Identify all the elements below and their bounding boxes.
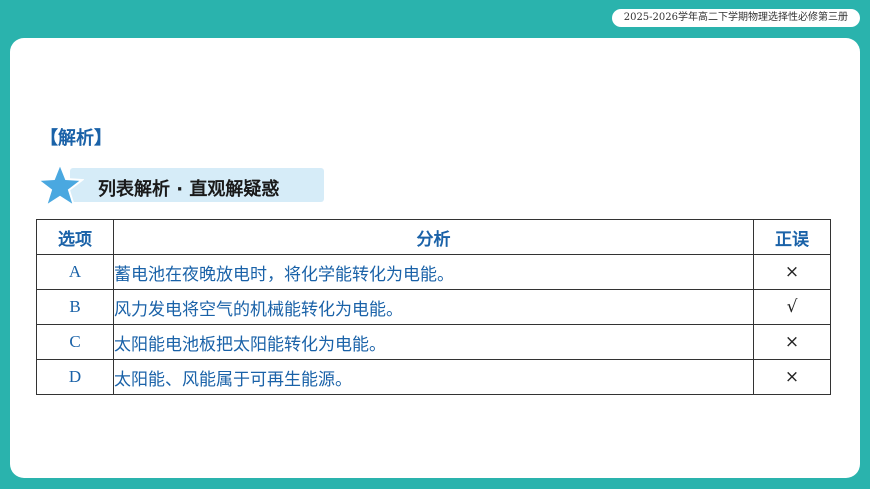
option-cell: C [36,324,114,360]
analysis-table: 选项 分析 正误 A 蓄电池在夜晚放电时，将化学能转化为电能。 × B 风力发电… [36,219,831,395]
section-label: 【解析】 [40,128,112,149]
header-analysis: 分析 [113,219,754,255]
table-row: D 太阳能、风能属于可再生能源。 × [36,359,831,395]
star-icon [36,162,84,208]
verdict-cell: × [753,254,831,290]
analysis-cell: 太阳能、风能属于可再生能源。 [113,359,754,395]
course-title-tag: 2025-2026学年高二下学期物理选择性必修第三册 [611,9,860,27]
analysis-cell: 风力发电将空气的机械能转化为电能。 [113,289,754,325]
header-option: 选项 [36,219,114,255]
table-row: A 蓄电池在夜晚放电时，将化学能转化为电能。 × [36,254,831,290]
table-row: C 太阳能电池板把太阳能转化为电能。 × [36,324,831,360]
analysis-cell: 蓄电池在夜晚放电时，将化学能转化为电能。 [113,254,754,290]
table-header-row: 选项 分析 正误 [36,219,831,255]
table-row: B 风力发电将空气的机械能转化为电能。 √ [36,289,831,325]
verdict-cell: × [753,359,831,395]
verdict-cell: × [753,324,831,360]
header-verdict: 正误 [753,219,831,255]
top-bar: 2025-2026学年高二下学期物理选择性必修第三册 [0,0,870,34]
section-ribbon: 列表解析 · 直观解疑惑 [36,160,331,208]
option-cell: D [36,359,114,395]
option-cell: B [36,289,114,325]
analysis-cell: 太阳能电池板把太阳能转化为电能。 [113,324,754,360]
option-cell: A [36,254,114,290]
ribbon-title: 列表解析 · 直观解疑惑 [98,179,280,200]
verdict-cell: √ [753,289,831,325]
